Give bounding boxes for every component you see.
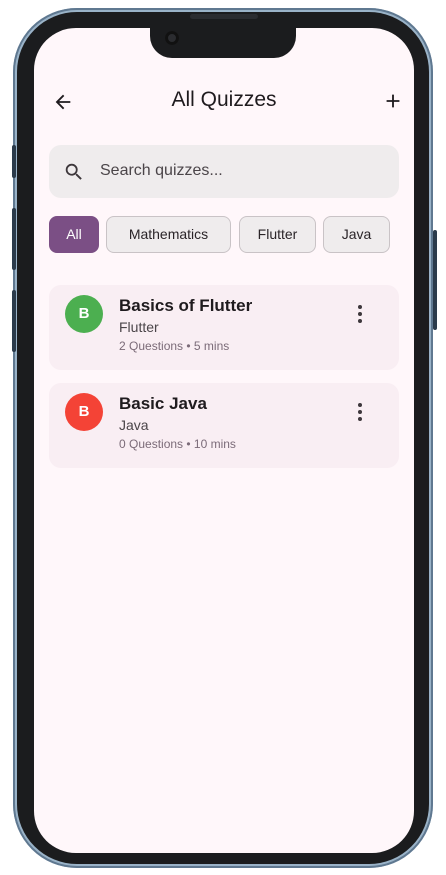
more-vert-icon[interactable]	[355, 303, 365, 325]
quiz-category: Java	[119, 417, 149, 433]
side-button	[12, 208, 16, 270]
search-placeholder: Search quizzes...	[100, 162, 223, 179]
camera	[165, 31, 179, 45]
quiz-card[interactable]: B Basic Java Java 0 Questions • 10 mins	[49, 383, 399, 468]
filter-chip-flutter[interactable]: Flutter	[239, 216, 316, 253]
quiz-card[interactable]: B Basics of Flutter Flutter 2 Questions …	[49, 285, 399, 370]
quiz-category: Flutter	[119, 319, 159, 335]
side-button	[12, 290, 16, 352]
side-button	[12, 145, 16, 178]
page-title: All Quizzes	[171, 88, 277, 111]
side-button	[433, 230, 437, 330]
speaker	[190, 14, 258, 19]
plus-icon[interactable]	[382, 90, 404, 112]
quiz-title: Basics of Flutter	[119, 296, 253, 315]
filter-chip-all[interactable]: All	[49, 216, 99, 253]
app-screen: All Quizzes Search quizzes... All Mathem…	[34, 28, 414, 853]
search-input[interactable]: Search quizzes...	[49, 145, 399, 198]
quiz-meta: 2 Questions • 5 mins	[119, 339, 230, 353]
quiz-meta: 0 Questions • 10 mins	[119, 437, 236, 451]
avatar: B	[65, 295, 103, 333]
more-vert-icon[interactable]	[355, 401, 365, 423]
search-icon	[65, 163, 82, 180]
filter-chip-java[interactable]: Java	[323, 216, 390, 253]
filter-chip-mathematics[interactable]: Mathematics	[106, 216, 231, 253]
quiz-title: Basic Java	[119, 394, 207, 413]
avatar: B	[65, 393, 103, 431]
